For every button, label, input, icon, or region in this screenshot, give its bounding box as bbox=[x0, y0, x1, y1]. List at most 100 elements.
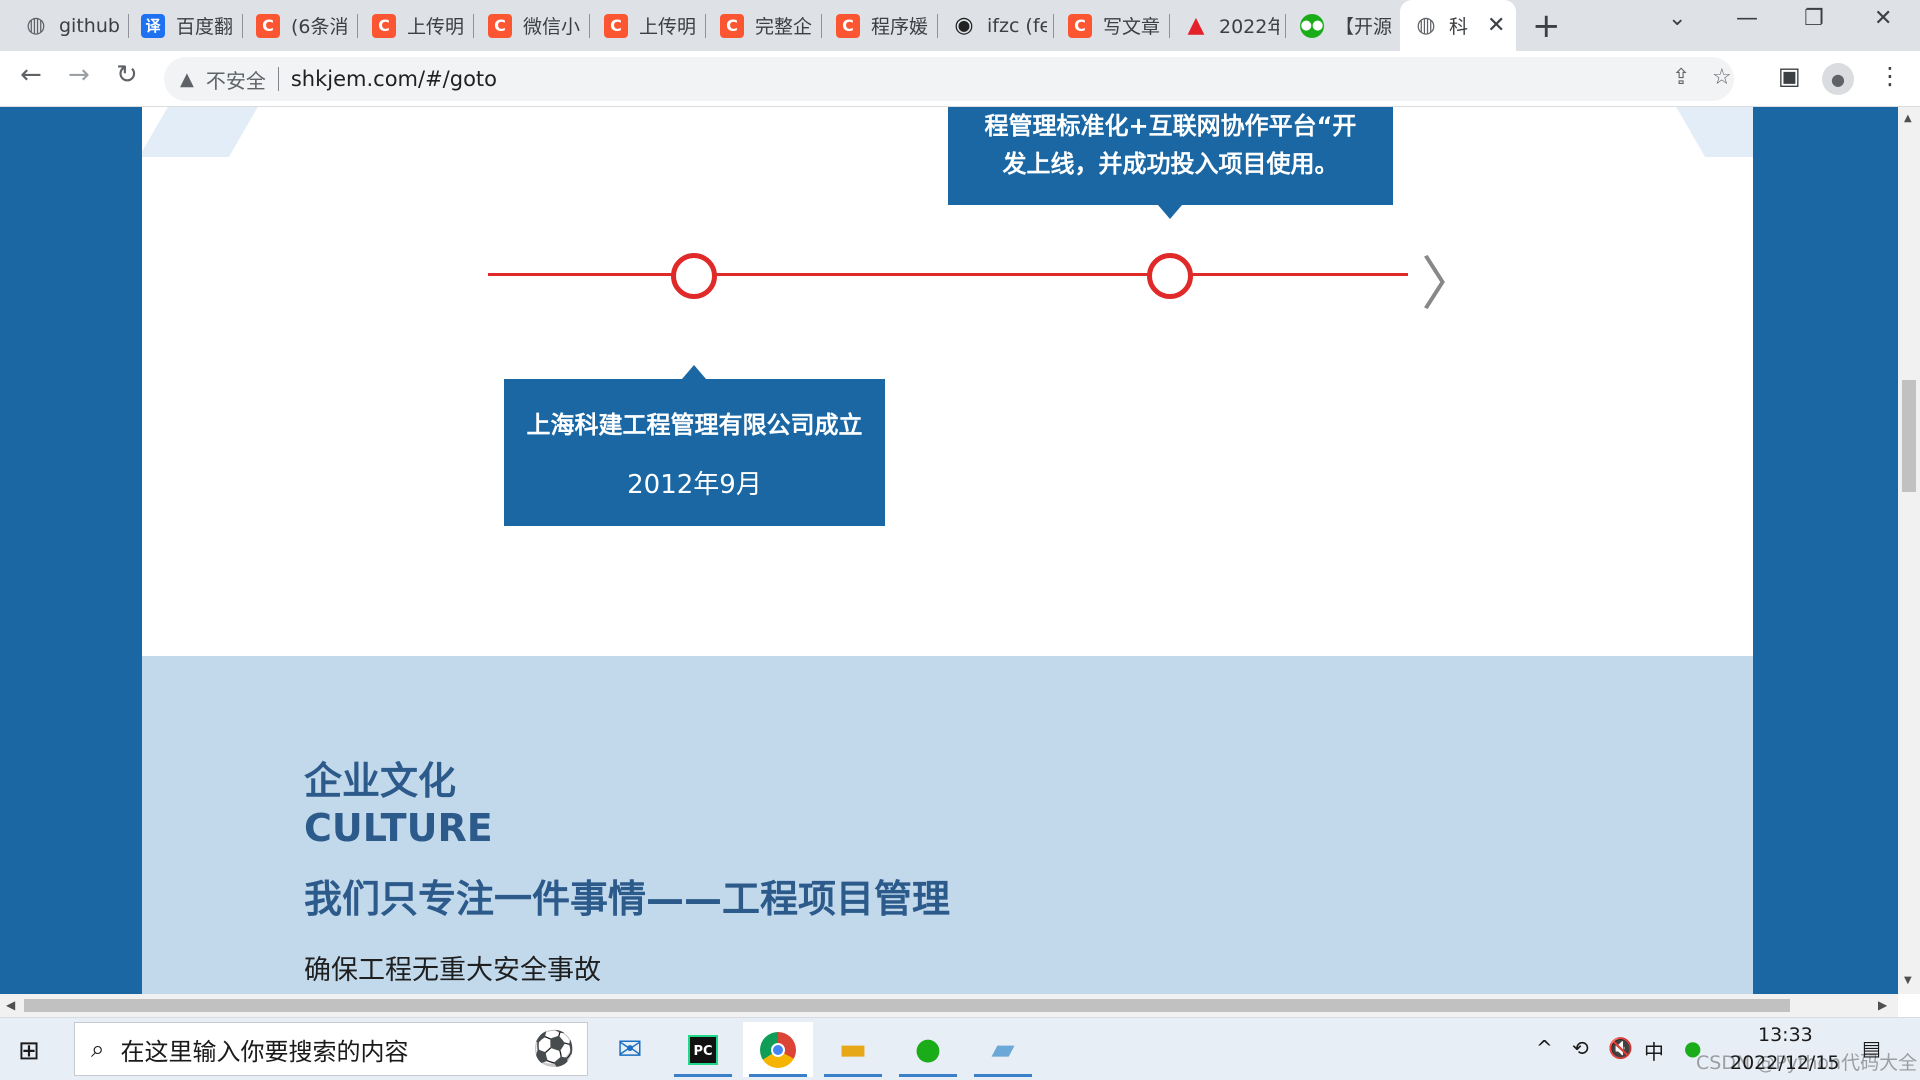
search-icon: ⌕ bbox=[91, 1035, 105, 1063]
tab-csdn-programmer[interactable]: C 程序媛 bbox=[812, 0, 938, 51]
tab-csdn-complete[interactable]: C 完整企 bbox=[696, 0, 822, 51]
timeline-node[interactable] bbox=[1147, 253, 1193, 299]
tab-search-dropdown-icon[interactable]: ⌄ bbox=[1668, 6, 1686, 31]
close-tab-icon[interactable]: ✕ bbox=[1487, 13, 1505, 38]
close-window-icon[interactable]: ✕ bbox=[1874, 6, 1892, 31]
csdn-icon: C bbox=[1068, 13, 1092, 38]
globe-icon: ◍ bbox=[1416, 13, 1436, 38]
tab-title: 上传明 bbox=[639, 16, 697, 38]
divider bbox=[277, 67, 279, 91]
scroll-right-icon[interactable]: ▶ bbox=[1878, 998, 1887, 1012]
security-label[interactable]: 不安全 bbox=[206, 65, 266, 94]
tab-title: 科 bbox=[1449, 16, 1469, 38]
browser-toolbar: ← → ↻ ▲ 不安全 shkjem.com/#/goto ⇪ ☆ ▣ ● ⋮ bbox=[0, 51, 1920, 107]
pycharm-glyph: PC bbox=[688, 1034, 718, 1065]
tray-chevron-icon[interactable]: ^ bbox=[1536, 1036, 1553, 1060]
wechat-icon: ●● bbox=[1300, 13, 1324, 38]
bookmark-star-icon[interactable]: ☆ bbox=[1712, 65, 1732, 90]
tab-title: 上传明 bbox=[407, 16, 465, 38]
back-icon[interactable]: ← bbox=[20, 60, 42, 90]
page-viewport: 程管理标准化+互联网协作平台“开 发上线，并成功投入项目使用。 〉 上海科建工程… bbox=[0, 107, 1898, 994]
search-highlight-icon: ⚽ bbox=[532, 1029, 575, 1069]
new-tab-button[interactable]: + bbox=[1532, 6, 1561, 46]
event-text-line: 发上线，并成功投入项目使用。 bbox=[1002, 150, 1339, 178]
timeline-event-card-top: 程管理标准化+互联网协作平台“开 发上线，并成功投入项目使用。 bbox=[948, 107, 1393, 219]
csdn-icon: C bbox=[720, 13, 744, 38]
csdn-icon: C bbox=[836, 13, 860, 38]
scroll-up-icon[interactable]: ▲ bbox=[1904, 113, 1912, 124]
mail-app-icon[interactable]: ✉ bbox=[595, 1022, 665, 1077]
pycharm-app-icon[interactable]: PC bbox=[668, 1022, 738, 1077]
tab-title: 写文章 bbox=[1103, 16, 1161, 38]
horizontal-scrollbar[interactable]: ◀ ▶ bbox=[0, 994, 1898, 1017]
side-panel-icon[interactable]: ▣ bbox=[1778, 62, 1801, 90]
profile-avatar-icon[interactable]: ● bbox=[1822, 63, 1854, 95]
csdn-icon: C bbox=[256, 13, 280, 38]
csdn-icon: C bbox=[488, 13, 512, 38]
corner-decoration bbox=[142, 107, 276, 157]
culture-item: 确保工程无重大安全事故 bbox=[304, 955, 601, 986]
volume-muted-icon[interactable]: 🔇 bbox=[1608, 1036, 1633, 1060]
tab-title: 完整企 bbox=[755, 16, 813, 38]
forward-icon[interactable]: → bbox=[68, 60, 90, 90]
tab-adobe-2022[interactable]: ▲ 2022年 bbox=[1160, 0, 1286, 51]
translate-icon: 译 bbox=[141, 13, 165, 38]
tab-active-site[interactable]: ◍ 科 ✕ bbox=[1400, 0, 1516, 51]
scroll-left-icon[interactable]: ◀ bbox=[6, 998, 15, 1012]
tab-csdn-messages[interactable]: C (6条消 bbox=[232, 0, 358, 51]
github-icon: ◉ bbox=[954, 13, 974, 38]
csdn-icon: C bbox=[604, 13, 628, 38]
windows-start-icon[interactable]: ⊞ bbox=[18, 1036, 40, 1066]
clock-date[interactable]: 2022/12/15 bbox=[1730, 1052, 1840, 1074]
scroll-down-icon[interactable]: ▼ bbox=[1904, 975, 1912, 986]
share-icon[interactable]: ⇪ bbox=[1672, 65, 1690, 90]
reload-icon[interactable]: ↻ bbox=[116, 60, 138, 90]
culture-section: 企业文化 CULTURE 我们只专注一件事情——工程项目管理 确保工程无重大安全… bbox=[142, 656, 1753, 994]
tab-title: 2022年 bbox=[1219, 16, 1279, 38]
timeline-next-arrow-icon[interactable]: 〉 bbox=[1421, 237, 1479, 321]
tab-csdn-wechat-mini[interactable]: C 微信小 bbox=[464, 0, 590, 51]
tab-title: github bbox=[59, 14, 119, 37]
file-explorer-app-icon[interactable]: ▬ bbox=[818, 1022, 888, 1077]
notes-app-icon[interactable]: ▰ bbox=[968, 1022, 1038, 1077]
globe-icon: ◍ bbox=[26, 13, 46, 38]
horizontal-scroll-thumb[interactable] bbox=[24, 999, 1790, 1012]
tab-title: 微信小 bbox=[523, 16, 581, 38]
csdn-icon: C bbox=[372, 13, 396, 38]
wechat-app-icon[interactable]: ● bbox=[893, 1022, 963, 1077]
culture-heading-en: CULTURE bbox=[304, 806, 493, 850]
event-title: 上海科建工程管理有限公司成立 bbox=[526, 411, 863, 439]
vertical-scroll-thumb[interactable] bbox=[1902, 380, 1916, 492]
address-bar[interactable]: ▲ 不安全 shkjem.com/#/goto ⇪ ☆ bbox=[164, 57, 1734, 101]
tab-wechat-opensource[interactable]: ●● 【开源 bbox=[1276, 0, 1402, 51]
timeline-node[interactable] bbox=[671, 253, 717, 299]
history-timeline-section: 程管理标准化+互联网协作平台“开 发上线，并成功投入项目使用。 〉 上海科建工程… bbox=[142, 107, 1753, 656]
adobe-icon: ▲ bbox=[1187, 13, 1205, 38]
tab-title: 程序媛 bbox=[871, 16, 929, 38]
notification-center-icon[interactable]: ▤ bbox=[1862, 1036, 1881, 1060]
tab-github-ifzc[interactable]: ◉ ifzc (fe bbox=[928, 0, 1054, 51]
tab-baidu-translate[interactable]: 译 百度翻 bbox=[117, 0, 243, 51]
chrome-app-icon[interactable] bbox=[743, 1022, 813, 1077]
tray-sync-icon[interactable]: ⟲ bbox=[1572, 1036, 1589, 1060]
restore-icon[interactable]: ❐ bbox=[1804, 6, 1824, 31]
tab-title: (6条消 bbox=[291, 16, 349, 38]
clock-time[interactable]: 13:33 bbox=[1758, 1024, 1813, 1046]
menu-kebab-icon[interactable]: ⋮ bbox=[1878, 62, 1902, 90]
taskbar-search-box[interactable]: ⌕ 在这里输入你要搜索的内容 ⚽ bbox=[74, 1022, 588, 1076]
url-text[interactable]: shkjem.com/#/goto bbox=[291, 67, 497, 91]
tab-github[interactable]: ◍ github bbox=[0, 0, 129, 51]
ime-indicator[interactable]: 中 bbox=[1644, 1036, 1664, 1065]
timeline-line bbox=[488, 273, 1408, 276]
vertical-scrollbar[interactable]: ▲ ▼ bbox=[1898, 107, 1920, 994]
event-text-line: 程管理标准化+互联网协作平台“开 bbox=[984, 112, 1357, 140]
tab-csdn-upload-1[interactable]: C 上传明 bbox=[348, 0, 474, 51]
warning-icon[interactable]: ▲ bbox=[180, 69, 194, 90]
search-placeholder: 在这里输入你要搜索的内容 bbox=[120, 1037, 409, 1066]
chrome-glyph bbox=[760, 1031, 796, 1068]
tab-strip: ◍ github 译 百度翻 C (6条消 C 上传明 C 微信小 C 上传明 … bbox=[0, 0, 1920, 51]
tab-title: ifzc (fe bbox=[987, 14, 1047, 37]
tab-csdn-upload-2[interactable]: C 上传明 bbox=[580, 0, 706, 51]
tab-csdn-write[interactable]: C 写文章 bbox=[1044, 0, 1170, 51]
minimize-icon[interactable]: — bbox=[1736, 6, 1758, 31]
